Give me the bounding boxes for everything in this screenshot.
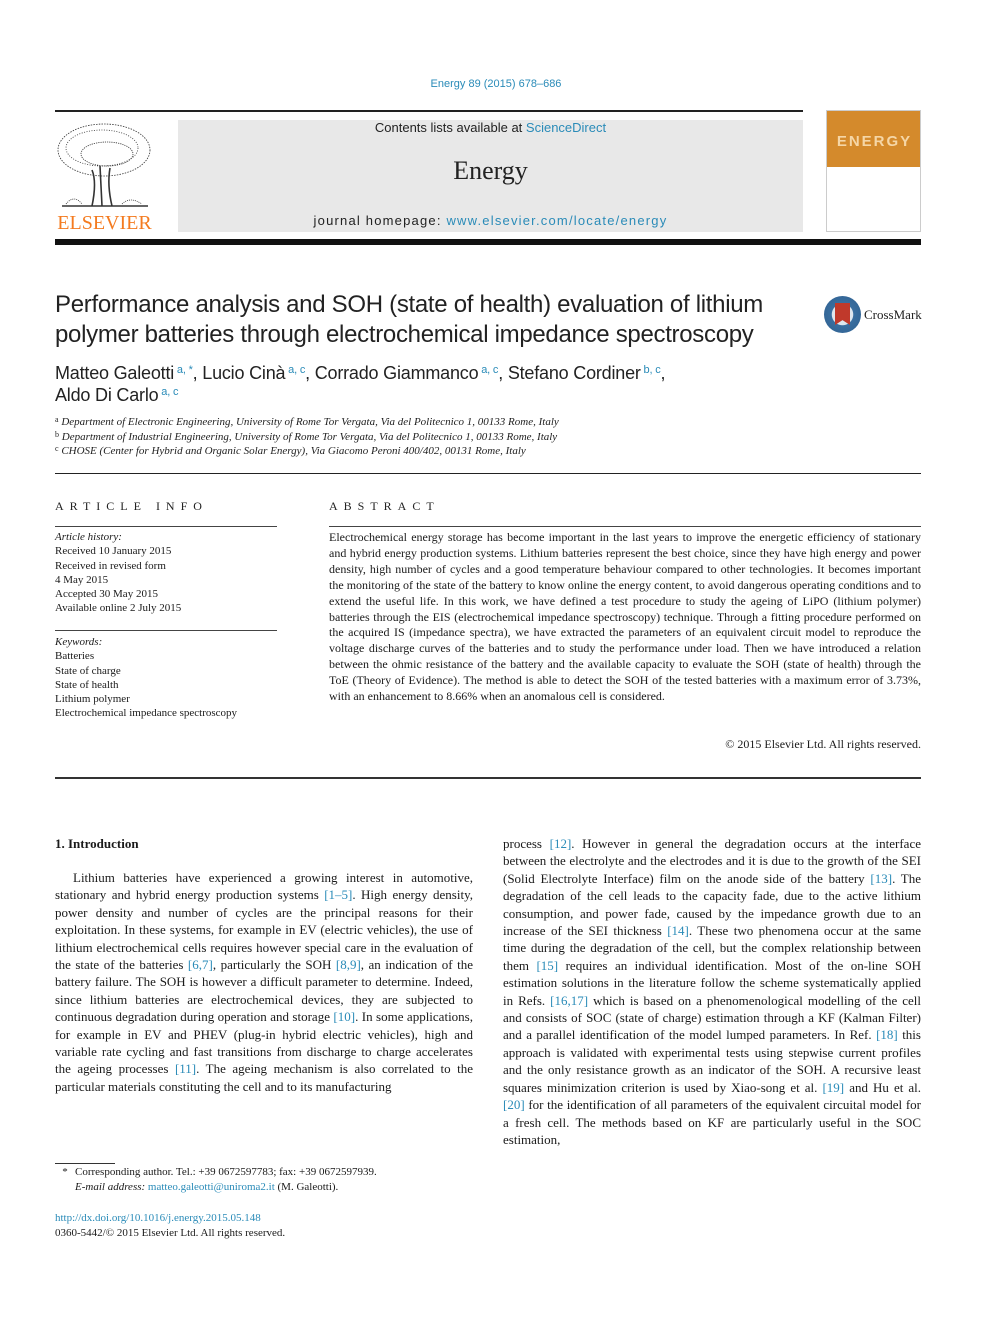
author-separator: , bbox=[192, 363, 203, 383]
history-item: Received 10 January 2015 bbox=[55, 545, 172, 558]
abstract-copyright: © 2015 Elsevier Ltd. All rights reserved… bbox=[725, 737, 921, 751]
body-column-right: process [12]. However in general the deg… bbox=[503, 835, 921, 1148]
keyword-item: State of charge bbox=[55, 664, 121, 677]
article-title: Performance analysis and SOH (state of h… bbox=[55, 291, 763, 348]
author-affiliation-marker[interactable]: a, c bbox=[478, 364, 498, 376]
reference-link[interactable]: [12] bbox=[550, 836, 572, 851]
reference-link[interactable]: [13] bbox=[870, 871, 892, 886]
reference-link[interactable]: [18] bbox=[876, 1027, 898, 1042]
body-text: and Hu et al. bbox=[844, 1079, 922, 1095]
keyword-item: State of health bbox=[55, 678, 119, 691]
history-item: Available online 2 July 2015 bbox=[55, 602, 182, 615]
author-affiliation-marker[interactable]: a, c bbox=[158, 386, 178, 398]
divider bbox=[55, 473, 921, 474]
section-heading-introduction: 1. Introduction bbox=[55, 836, 139, 851]
author-email-link[interactable]: matteo.galeotti@uniroma2.it bbox=[148, 1181, 275, 1193]
cover-title: ENERGY bbox=[836, 133, 913, 150]
author-separator: , bbox=[305, 363, 315, 383]
affiliation-item: b Department of Industrial Engineering, … bbox=[55, 430, 921, 445]
author-name[interactable]: Stefano Cordiner bbox=[508, 363, 641, 383]
header-thick-rule bbox=[55, 239, 921, 245]
crossmark-button[interactable]: CrossMark bbox=[824, 296, 924, 336]
article-history: Article history: Received 10 January 201… bbox=[55, 530, 277, 616]
footnote: * Corresponding author. Tel.: +39 0672597… bbox=[55, 1165, 473, 1195]
reference-link[interactable]: [16,17] bbox=[550, 993, 588, 1008]
affiliation-item: a Department of Electronic Engineering, … bbox=[55, 415, 921, 430]
crossmark-label: CrossMark bbox=[864, 307, 922, 322]
elsevier-logo[interactable]: ELSEVIER bbox=[52, 120, 157, 235]
email-label: E-mail address: bbox=[75, 1181, 148, 1193]
homepage-prefix: journal homepage: bbox=[313, 213, 447, 228]
sciencedirect-link[interactable]: ScienceDirect bbox=[526, 120, 606, 135]
reference-link[interactable]: [14] bbox=[667, 923, 689, 938]
history-item: 4 May 2015 bbox=[55, 573, 109, 586]
reference-link[interactable]: [10] bbox=[333, 1009, 355, 1024]
keyword-item: Batteries bbox=[55, 650, 95, 663]
footnote-rule bbox=[55, 1163, 115, 1164]
keyword-item: Electrochemical impedance spectroscopy bbox=[55, 707, 238, 720]
divider bbox=[55, 630, 277, 631]
author-affiliation-marker[interactable]: a, c bbox=[285, 364, 305, 376]
reference-link[interactable]: [15] bbox=[536, 958, 558, 973]
doi-link[interactable]: http://dx.doi.org/10.1016/j.energy.2015.… bbox=[55, 1211, 473, 1226]
issn-line: 0360-5442/© 2015 Elsevier Ltd. All right… bbox=[55, 1227, 286, 1239]
affiliation-list: a Department of Electronic Engineering, … bbox=[55, 415, 921, 459]
author-name[interactable]: Corrado Giammanco bbox=[315, 363, 479, 383]
body-text: , particularly the SOH bbox=[212, 957, 336, 973]
homepage-line: journal homepage: www.elsevier.com/locat… bbox=[178, 213, 803, 228]
body-text: for the identification of all parameters… bbox=[503, 1097, 921, 1147]
affiliation-text: Department of Industrial Engineering, Un… bbox=[59, 430, 558, 443]
author-name[interactable]: Matteo Galeotti bbox=[55, 363, 174, 383]
journal-name: Energy bbox=[453, 156, 528, 185]
history-item: Accepted 30 May 2015 bbox=[55, 588, 158, 601]
keywords-label: Keywords: bbox=[55, 636, 103, 648]
elsevier-wordmark: ELSEVIER bbox=[57, 212, 152, 234]
header-rule bbox=[55, 110, 803, 112]
doi-block: http://dx.doi.org/10.1016/j.energy.2015.… bbox=[55, 1211, 473, 1241]
divider bbox=[55, 777, 921, 779]
author-separator: , bbox=[498, 363, 508, 383]
affiliation-text: Department of Electronic Engineering, Un… bbox=[58, 416, 559, 428]
author-affiliation-marker[interactable]: a, * bbox=[174, 364, 193, 376]
contents-line: Contents lists available at ScienceDirec… bbox=[178, 120, 803, 135]
author-name[interactable]: Aldo Di Carlo bbox=[55, 385, 159, 405]
reference-link[interactable]: [19] bbox=[822, 1080, 844, 1095]
reference-link[interactable]: [11] bbox=[175, 1061, 196, 1076]
reference-link[interactable]: [20] bbox=[503, 1097, 525, 1112]
affiliation-item: c CHOSE (Center for Hybrid and Organic S… bbox=[55, 444, 921, 459]
journal-homepage-link[interactable]: www.elsevier.com/locate/energy bbox=[446, 213, 667, 228]
footnote-star: * bbox=[62, 1166, 68, 1178]
keyword-item: Lithium polymer bbox=[55, 693, 130, 706]
affiliation-text: CHOSE (Center for Hybrid and Organic Sol… bbox=[58, 445, 526, 457]
history-items: Received 10 January 2015 Received in revi… bbox=[55, 544, 277, 615]
article-info-heading: ARTICLE INFO bbox=[55, 499, 208, 513]
reference-link[interactable]: [6,7] bbox=[188, 957, 213, 972]
abstract-heading: ABSTRACT bbox=[329, 499, 440, 513]
abstract-text: Electrochemical energy storage has becom… bbox=[329, 530, 921, 704]
reference-link[interactable]: [8,9] bbox=[336, 957, 361, 972]
journal-cover-thumbnail[interactable]: ENERGY bbox=[826, 110, 921, 232]
history-label: Article history: bbox=[55, 531, 122, 543]
keywords-section: Keywords: Batteries State of charge State … bbox=[55, 635, 277, 721]
divider bbox=[55, 526, 277, 527]
author-list: Matteo Galeotti a, *, Lucio Cinà a, c, C… bbox=[55, 362, 921, 406]
history-item: Received in revised form bbox=[55, 559, 166, 572]
body-text: process bbox=[503, 836, 550, 851]
journal-masthead: Contents lists available at ScienceDirec… bbox=[178, 120, 803, 232]
journal-citation-link[interactable]: Energy 89 (2015) 678–686 bbox=[0, 78, 992, 90]
divider bbox=[329, 526, 921, 527]
body-column-left: Lithium batteries have experienced a gro… bbox=[55, 869, 473, 1095]
email-suffix: (M. Galeotti). bbox=[274, 1181, 339, 1193]
tree-icon bbox=[57, 123, 151, 207]
keyword-items: Batteries State of charge State of health L… bbox=[55, 649, 277, 720]
corresponding-author-note: Corresponding author. Tel.: +39 06725977… bbox=[75, 1166, 377, 1178]
author-affiliation-marker[interactable]: b, c bbox=[641, 364, 661, 376]
contents-prefix: Contents lists available at bbox=[374, 120, 526, 135]
reference-link[interactable]: [1–5] bbox=[324, 887, 352, 902]
author-separator: , bbox=[660, 363, 666, 383]
author-name[interactable]: Lucio Cinà bbox=[202, 363, 285, 383]
